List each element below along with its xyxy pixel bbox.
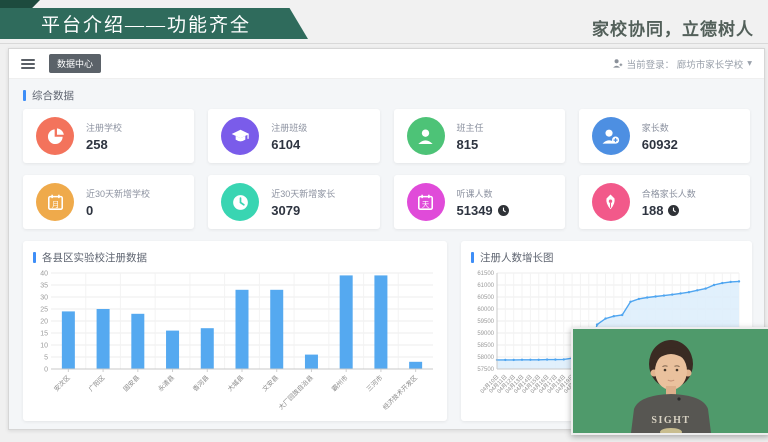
svg-text:香河县: 香河县 (191, 373, 212, 394)
stat-card: 近30天新增家长 3079 (208, 175, 379, 229)
stat-label: 近30天新增学校 (86, 187, 150, 200)
tab-data-center[interactable]: 数据中心 (49, 54, 101, 73)
clock-icon (221, 183, 259, 221)
presenter-video[interactable]: SIGHT (571, 327, 768, 435)
bar-chart-svg: 0 5 10 15 20 25 30 35 40 安次区广阳区固安县永清县香河县大城县文安县大厂回… (33, 269, 437, 419)
slide-header: 平台介绍——功能齐全 家校协同，立德树人 (0, 0, 768, 44)
stat-label: 近30天新增家长 (271, 187, 335, 200)
section-overview-label: 综合数据 (32, 88, 74, 103)
stat-card: 月 近30天新增学校 0 (23, 175, 194, 229)
svg-text:61500: 61500 (477, 271, 494, 277)
stat-label: 家长数 (642, 121, 678, 134)
stat-label: 注册学校 (86, 121, 122, 134)
stat-card: 合格家长人数 188 (579, 175, 750, 229)
svg-text:安次区: 安次区 (52, 373, 73, 394)
svg-text:固安县: 固安县 (121, 373, 142, 394)
svg-text:霸州市: 霸州市 (329, 373, 350, 394)
chevron-down-icon: ▾ (747, 58, 752, 69)
calendar-day-icon: 天 (407, 183, 445, 221)
stat-card: 注册班级 6104 (208, 109, 379, 163)
svg-text:58500: 58500 (477, 343, 494, 349)
svg-text:5: 5 (44, 355, 48, 362)
line-chart-header: 注册人数增长图 (471, 249, 742, 265)
svg-text:25: 25 (40, 307, 48, 314)
section-marker (23, 90, 26, 101)
stat-value: 188 (642, 203, 664, 218)
stat-label: 合格家长人数 (642, 187, 696, 200)
section-marker (471, 252, 474, 263)
parent-add-icon (592, 117, 630, 155)
stat-value: 3079 (271, 203, 300, 218)
history-clock-icon (668, 205, 679, 216)
stat-value: 6104 (271, 137, 300, 152)
stat-value: 60932 (642, 137, 678, 152)
svg-text:35: 35 (40, 283, 48, 290)
teacher-icon (407, 117, 445, 155)
user-icon (612, 58, 623, 69)
svg-text:61000: 61000 (477, 283, 494, 289)
svg-text:59500: 59500 (477, 319, 494, 325)
bar-chart-title: 各县区实验校注册数据 (42, 250, 147, 265)
stat-label: 听课人数 (457, 187, 509, 200)
svg-text:60500: 60500 (477, 295, 494, 301)
shirt-text: SIGHT (651, 415, 690, 426)
stat-card: 天 听课人数 51349 (394, 175, 565, 229)
stat-card: 注册学校 258 (23, 109, 194, 163)
svg-text:60000: 60000 (477, 307, 494, 313)
svg-text:大城县: 大城县 (225, 373, 246, 394)
line-chart-title: 注册人数增长图 (480, 250, 554, 265)
stat-value: 51349 (457, 203, 493, 218)
svg-text:40: 40 (40, 271, 48, 278)
section-overview: 综合数据 (23, 87, 750, 103)
svg-text:57500: 57500 (477, 367, 494, 373)
ribbon-banner: 平台介绍——功能齐全 (0, 8, 308, 39)
svg-text:0: 0 (44, 367, 48, 374)
svg-text:月: 月 (51, 199, 58, 208)
current-login-label: 当前登录： 廊坊市家长学校 (627, 57, 744, 71)
section-marker (33, 252, 36, 263)
stat-cards-grid: 注册学校 258 注册班级 6104 班主任 815 家长数 60932 月 近30天新增学校 0 近… (23, 109, 750, 229)
svg-text:天: 天 (422, 199, 430, 208)
ribbon-fold (0, 0, 40, 9)
svg-text:15: 15 (40, 331, 48, 338)
svg-text:永清县: 永清县 (156, 373, 177, 394)
svg-text:经济技术开发区: 经济技术开发区 (381, 373, 420, 412)
svg-text:广阳区: 广阳区 (86, 373, 107, 394)
pie-chart-icon (36, 117, 74, 155)
svg-text:58000: 58000 (477, 355, 494, 361)
svg-text:30: 30 (40, 295, 48, 302)
stat-card: 班主任 815 (394, 109, 565, 163)
bar-chart-header: 各县区实验校注册数据 (33, 249, 437, 265)
current-login-dropdown[interactable]: 当前登录： 廊坊市家长学校 ▾ (612, 57, 752, 71)
graduation-cap-icon (221, 117, 259, 155)
stat-value: 258 (86, 137, 108, 152)
stat-label: 注册班级 (271, 121, 307, 134)
svg-text:20: 20 (40, 319, 48, 326)
bar-chart-panel: 各县区实验校注册数据 0 5 10 15 20 25 30 35 40 安次区广阳区固安县永清县香… (23, 241, 447, 421)
svg-text:大厂回族自治县: 大厂回族自治县 (276, 373, 315, 412)
calendar-month-icon: 月 (36, 183, 74, 221)
svg-text:文安县: 文安县 (260, 373, 281, 394)
stat-label: 班主任 (457, 121, 484, 134)
dashboard-topbar: 数据中心 当前登录： 廊坊市家长学校 ▾ (9, 49, 764, 79)
slide-title: 平台介绍——功能齐全 (41, 10, 267, 37)
pen-nib-icon (592, 183, 630, 221)
slide-slogan: 家校协同，立德树人 (592, 15, 754, 40)
menu-toggle-icon[interactable] (21, 59, 35, 69)
svg-text:三河市: 三河市 (364, 373, 385, 394)
svg-text:10: 10 (40, 343, 48, 350)
history-clock-icon (498, 205, 509, 216)
stat-value: 0 (86, 203, 93, 218)
stat-card: 家长数 60932 (579, 109, 750, 163)
stat-value: 815 (457, 137, 479, 152)
svg-text:59000: 59000 (477, 331, 494, 337)
